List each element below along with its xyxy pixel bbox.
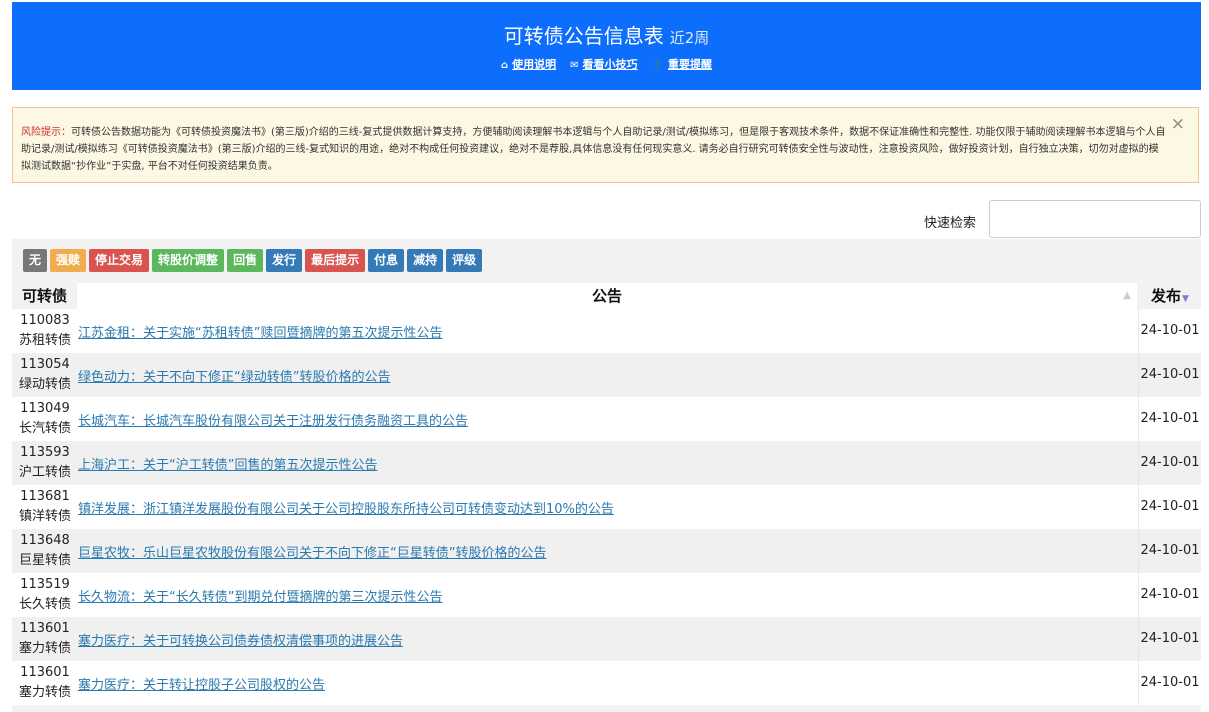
risk-alert-label: 风险提示： (21, 127, 71, 138)
announcement-link[interactable]: 塞力医疗：关于转让控股子公司股权的公告 (78, 674, 325, 693)
table-row: 113601 塞力转债 塞力医疗：关于可转换公司债券债权清偿事项的进展公告 24-10… (12, 617, 1201, 661)
bond-code: 113601 (20, 665, 70, 680)
bond-code: 113681 (20, 489, 70, 504)
bond-name: 塞力转债 (18, 685, 71, 700)
header-link-label: 重要提醒 (668, 58, 712, 71)
announcement-link[interactable]: 绿色动力：关于不向下修正“绿动转债”转股价格的公告 (78, 366, 390, 385)
filter-button[interactable]: 最后提示 (305, 249, 366, 272)
table-row: 113593 沪工转债 上海沪工：关于“沪工转债”回售的第五次提示性公告 24-10-… (12, 441, 1201, 485)
home-icon: ⌂ (500, 60, 509, 71)
column-header-announcement-label: 公告 (591, 287, 622, 305)
bond-cell: 113601 塞力转债 (12, 661, 78, 705)
bond-cell: 110083 苏租转债 (12, 309, 78, 353)
table-header: 可转债 公告 ▲ 发布▼ (12, 283, 1201, 309)
bond-code: 113601 (20, 621, 70, 636)
filter-button[interactable]: 停止交易 (89, 249, 150, 272)
bond-cell: 113049 长汽转债 (12, 397, 78, 441)
bond-name: 长汽转债 (18, 421, 71, 436)
bond-code: 113519 (20, 577, 70, 592)
sort-desc-icon: ▼ (1182, 294, 1189, 304)
filter-button[interactable]: 转股价调整 (152, 249, 225, 272)
publish-date: 24-10-01 (1138, 661, 1201, 705)
search-input[interactable] (989, 200, 1201, 238)
header-link[interactable]: 👤 重要提醒 (652, 58, 712, 71)
bond-cell: 113519 长久转债 (12, 573, 78, 617)
publish-date: 24-10-01 (1138, 441, 1201, 485)
table-row: 113648 巨星转债 巨星农牧：乐山巨星农牧股份有限公司关于不向下修正“巨星转债”… (12, 529, 1201, 573)
column-header-announcement[interactable]: 公告 ▲ (77, 283, 1137, 309)
table-row: 113519 长久转债 长久物流：关于“长久转债”到期兑付暨摘牌的第三次提示性公告 2… (12, 573, 1201, 617)
publish-date: 24-10-01 (1138, 397, 1201, 441)
publish-date: 24-10-01 (1138, 617, 1201, 661)
table-row: 113681 镇洋转债 镇洋发展：浙江镇洋发展股份有限公司关于公司控股股东所持公司可… (12, 485, 1201, 529)
column-header-code[interactable]: 可转债 (12, 283, 77, 309)
header-link[interactable]: ✉ 看看小技巧 (570, 58, 637, 71)
bond-name: 塞力转债 (18, 641, 71, 656)
page-subtitle: 近2周 (669, 29, 710, 47)
filter-button[interactable]: 评级 (446, 249, 483, 272)
column-header-date-label: 发布 (1151, 287, 1182, 305)
announcement-panel: 无强赎 停止交易 转股价调整 回售 发行 最后提示 付息 减持 评级 可转债 公告 ▲ 发布▼ … (12, 239, 1201, 712)
filter-button[interactable]: 无 (23, 249, 48, 272)
announcement-link[interactable]: 巨星农牧：乐山巨星农牧股份有限公司关于不向下修正“巨星转债”转股价格的公告 (78, 542, 546, 561)
search-label: 快速检索 (924, 216, 977, 231)
announcement-link[interactable]: 上海沪工：关于“沪工转债”回售的第五次提示性公告 (78, 454, 377, 473)
bond-name: 绿动转债 (18, 377, 71, 392)
header-link[interactable]: ⌂ 使用说明 (501, 58, 556, 71)
announcement-link[interactable]: 长城汽车：长城汽车股份有限公司关于注册发行债务融资工具的公告 (78, 410, 468, 429)
header-link-label: 看看小技巧 (582, 58, 638, 71)
page-title: 可转债公告信息表 近2周 (12, 20, 1201, 49)
bond-code: 113049 (20, 401, 70, 416)
bond-cell: 113648 巨星转债 (12, 529, 78, 573)
table-body: 110083 苏租转债 江苏金租：关于实施“苏租转债”赎回暨摘牌的第五次提示性公告 2… (12, 309, 1201, 705)
close-icon[interactable]: × (1171, 116, 1185, 133)
bond-cell: 113054 绿动转债 (12, 353, 78, 397)
filter-button[interactable]: 付息 (368, 249, 405, 272)
publish-date: 24-10-01 (1138, 353, 1201, 397)
filter-button[interactable]: 回售 (227, 249, 264, 272)
risk-alert-text: 可转债公告数据功能为《可转债投资魔法书》(第三版)介绍的三线-复式提供数据计算支… (21, 127, 1166, 172)
header-link-label: 使用说明 (512, 58, 557, 71)
publish-date: 24-10-01 (1138, 573, 1201, 617)
bond-code: 113054 (20, 357, 70, 372)
bond-name: 沪工转债 (18, 465, 71, 480)
publish-date: 24-10-01 (1138, 529, 1201, 573)
publish-date: 24-10-01 (1138, 485, 1201, 529)
filter-button[interactable]: 发行 (266, 249, 303, 272)
table-row: 113054 绿动转债 绿色动力：关于不向下修正“绿动转债”转股价格的公告 24-10… (12, 353, 1201, 397)
filter-bar: 无强赎 停止交易 转股价调整 回售 发行 最后提示 付息 减持 评级 (23, 249, 485, 272)
announcement-link[interactable]: 塞力医疗：关于可转换公司债券债权清偿事项的进展公告 (78, 630, 403, 649)
risk-alert: 风险提示：可转债公告数据功能为《可转债投资魔法书》(第三版)介绍的三线-复式提供… (12, 107, 1199, 183)
bond-cell: 113601 塞力转债 (12, 617, 78, 661)
filter-button[interactable]: 强赎 (50, 249, 87, 272)
table-row: 113601 塞力转债 塞力医疗：关于转让控股子公司股权的公告 24-10-01 (12, 661, 1201, 705)
column-header-date[interactable]: 发布▼ (1139, 283, 1201, 309)
bond-cell: 113593 沪工转债 (12, 441, 78, 485)
bond-code: 110083 (20, 313, 70, 328)
bond-cell: 113681 镇洋转债 (12, 485, 78, 529)
bond-name: 巨星转债 (18, 553, 71, 568)
filter-button[interactable]: 减持 (407, 249, 444, 272)
announcement-link[interactable]: 长久物流：关于“长久转债”到期兑付暨摘牌的第三次提示性公告 (78, 586, 442, 605)
bond-name: 苏租转债 (18, 333, 71, 348)
announcement-link[interactable]: 镇洋发展：浙江镇洋发展股份有限公司关于公司控股股东所持公司可转债变动达到10%的… (78, 498, 614, 517)
publish-date: 24-10-01 (1138, 309, 1201, 353)
bond-code: 113593 (20, 445, 70, 460)
bond-code: 113648 (20, 533, 70, 548)
header-links: ⌂ 使用说明 ✉ 看看小技巧 👤 重要提醒 (12, 56, 1201, 72)
bond-name: 长久转债 (18, 597, 71, 612)
bond-name: 镇洋转债 (18, 509, 71, 524)
page-header: 可转债公告信息表 近2周 ⌂ 使用说明 ✉ 看看小技巧 👤 重要提醒 (12, 2, 1201, 90)
table-row: 110083 苏租转债 江苏金租：关于实施“苏租转债”赎回暨摘牌的第五次提示性公告 2… (12, 309, 1201, 353)
table-row: 113049 长汽转债 长城汽车：长城汽车股份有限公司关于注册发行债务融资工具的公告… (12, 397, 1201, 441)
envelope-icon: ✉ (570, 60, 579, 71)
sort-icon: ▲ (1123, 290, 1131, 301)
user-icon: 👤 (651, 60, 664, 71)
announcement-link[interactable]: 江苏金租：关于实施“苏租转债”赎回暨摘牌的第五次提示性公告 (78, 322, 442, 341)
page-title-text: 可转债公告信息表 (503, 24, 664, 48)
